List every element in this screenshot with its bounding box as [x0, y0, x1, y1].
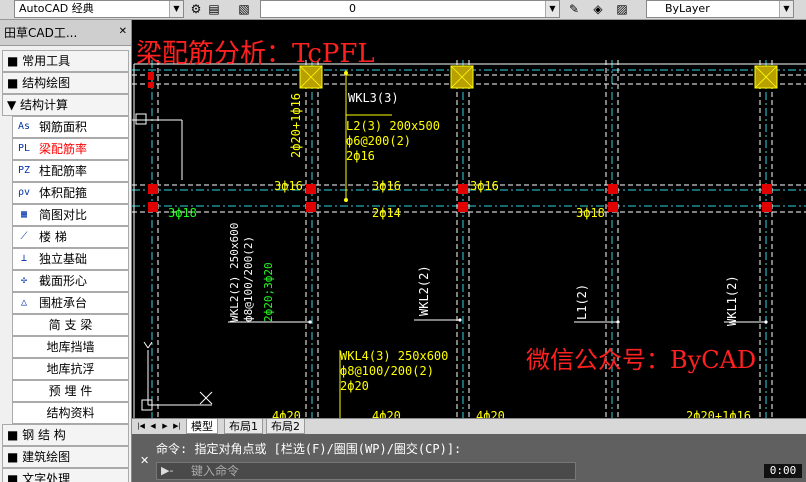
category-structure-calc[interactable]: ▼ 结构计算 — [2, 94, 129, 116]
rho-v-icon: ρv — [17, 187, 31, 198]
category-common-tools[interactable]: ■ 常用工具 — [2, 50, 129, 72]
layer-manager-icon[interactable]: ▧ — [236, 1, 252, 17]
pz-icon: PZ — [17, 165, 31, 176]
label-wkl4-c: 2ф20 — [340, 379, 369, 393]
category-structure-drawing[interactable]: ■ 结构绘图 — [2, 72, 129, 94]
layer-state-icon[interactable]: ▨ — [614, 1, 630, 17]
label-l2-b: ф6@200(2) — [346, 134, 411, 148]
tab-layout2[interactable]: 布局2 — [266, 419, 305, 434]
label-rebar-3b: 3ф16 — [372, 179, 401, 193]
chevron-down-icon: ▼ — [545, 1, 559, 17]
label-rebar-green: 3ф18 — [168, 206, 197, 220]
label-wkl4-b: ф8@100/200(2) — [340, 364, 434, 378]
tool-embedded-part[interactable]: 预 埋 件 — [12, 380, 129, 402]
top-toolbar: AutoCAD 经典 ▼ ⚙ ▤ ▧ 💡 0 ▼ ✎ ◈ ▨ ByLayer ▼ — [0, 0, 806, 20]
tool-volume-stirrup[interactable]: ρv 体积配箍 — [12, 182, 129, 204]
recording-timer: 0:00 — [764, 464, 802, 478]
cad-drawing: 梁配筋分析：TcPFL WKL3(3) L2(3) 200x500 ф6@200… — [132, 39, 806, 420]
tool-structure-data[interactable]: 结构资料 — [12, 402, 129, 424]
tool-palette: 田草CAD工... ✕ ■ 常用工具 ■ 结构绘图 ▼ 结构计算 As 钢筋面积 … — [0, 20, 132, 482]
command-prompt-icon[interactable]: ▶- — [161, 463, 173, 479]
category-architecture-drawing[interactable]: ■ 建筑绘图 — [2, 446, 129, 468]
label-l2-c: 2ф16 — [346, 149, 375, 163]
tab-model[interactable]: 模型 — [186, 419, 218, 434]
tool-simple-beam[interactable]: 简 支 梁 — [12, 314, 129, 336]
close-icon[interactable]: ✕ — [140, 454, 150, 467]
tool-pile-cap[interactable]: △ 围桩承台 — [12, 292, 129, 314]
layer-value: 0 — [349, 2, 356, 15]
label-wkl3: WKL3(3) — [348, 91, 399, 105]
grid-icon: ▦ — [20, 209, 28, 220]
layout-tab-bar: |◀ ◀ ▶ ▶| 模型 布局1 布局2 — [132, 418, 806, 434]
label-wkl2-mid: WKL2(2) — [417, 265, 431, 316]
pl-icon: PL — [17, 143, 31, 154]
label-wkl4-a: WKL4(3) 250x600 — [340, 349, 448, 363]
command-placeholder: 键入命令 — [191, 464, 240, 478]
label-rebar-3d: 3ф18 — [576, 206, 605, 220]
tool-column-ratio[interactable]: PZ 柱配筋率 — [12, 160, 129, 182]
label-wkl2-v2: ф8@100/200(2) — [242, 236, 255, 322]
prev-tab-icon[interactable]: ◀ — [148, 420, 158, 433]
next-tab-icon[interactable]: ▶ — [160, 420, 170, 433]
tool-rebar-area[interactable]: As 钢筋面积 — [12, 116, 129, 138]
tab-layout1[interactable]: 布局1 — [224, 419, 263, 434]
command-input[interactable]: ▶- 键入命令 — [156, 462, 576, 480]
command-history: 命令: 指定对角点或 [栏选(F)/圈围(WP)/圈交(CP)]: — [156, 442, 462, 456]
footing-icon: ⊥ — [20, 253, 28, 264]
workspace-settings-icon[interactable]: ▤ — [206, 1, 222, 17]
category-text-processing[interactable]: ■ 文字处理 — [2, 468, 129, 482]
close-icon[interactable]: ✕ — [119, 26, 127, 38]
drawing-canvas[interactable]: 梁配筋分析：TcPFL WKL3(3) L2(3) 200x500 ф6@200… — [132, 20, 806, 420]
label-rebar-214: 2ф14 — [372, 206, 401, 220]
overlay-title: 梁配筋分析：TcPFL — [136, 39, 375, 69]
label-rebar-3a: 3ф16 — [274, 179, 303, 193]
color-value: ByLayer — [665, 2, 710, 15]
chevron-down-icon: ▼ — [169, 1, 183, 17]
as-icon: As — [17, 121, 31, 132]
color-select[interactable]: ByLayer ▼ — [646, 0, 794, 18]
workspace-select[interactable]: AutoCAD 经典 ▼ — [14, 0, 184, 18]
tool-diagram-compare[interactable]: ▦ 简图对比 — [12, 204, 129, 226]
command-line: ✕ 命令: 指定对角点或 [栏选(F)/圈围(WP)/圈交(CP)]: ▶- 键… — [132, 434, 806, 482]
match-layer-icon[interactable]: ✎ — [566, 1, 582, 17]
label-l2-a: L2(3) 200x500 — [346, 119, 440, 133]
gear-icon[interactable]: ⚙ — [188, 1, 204, 17]
label-wkl1: WKL1(2) — [725, 275, 739, 326]
chevron-down-icon: ▼ — [779, 1, 793, 17]
tool-section-centroid[interactable]: ✣ 截面形心 — [12, 270, 129, 292]
label-wkl2-v1: WKL2(2) 250x600 — [228, 223, 241, 322]
layer-select[interactable]: 0 ▼ — [260, 0, 560, 18]
watermark: 微信公众号：ByCAD — [526, 346, 756, 374]
label-v-top: 2ф20+1ф16 — [289, 93, 303, 158]
last-tab-icon[interactable]: ▶| — [172, 420, 182, 433]
category-steel-structure[interactable]: ■ 钢 结 构 — [2, 424, 129, 446]
label-l1: L1(2) — [575, 284, 589, 320]
stairs-icon: ⟋ — [20, 231, 28, 242]
workspace-value: AutoCAD 经典 — [19, 2, 94, 15]
label-wkl2-v3: 2ф20;3ф20 — [262, 262, 275, 322]
label-rebar-3c: 3ф16 — [470, 179, 499, 193]
tool-basement-antifloat[interactable]: 地库抗浮 — [12, 358, 129, 380]
layer-previous-icon[interactable]: ◈ — [590, 1, 606, 17]
centroid-icon: ✣ — [20, 275, 28, 286]
tool-beam-ratio[interactable]: PL 梁配筋率 — [12, 138, 129, 160]
palette-title-bar: 田草CAD工... ✕ — [0, 20, 131, 46]
palette-title: 田草CAD工... — [4, 26, 78, 40]
pile-cap-icon: △ — [20, 297, 28, 308]
tool-basement-wall[interactable]: 地库挡墙 — [12, 336, 129, 358]
first-tab-icon[interactable]: |◀ — [136, 420, 146, 433]
tool-stairs[interactable]: ⟋ 楼 梯 — [12, 226, 129, 248]
tool-isolated-footing[interactable]: ⊥ 独立基础 — [12, 248, 129, 270]
